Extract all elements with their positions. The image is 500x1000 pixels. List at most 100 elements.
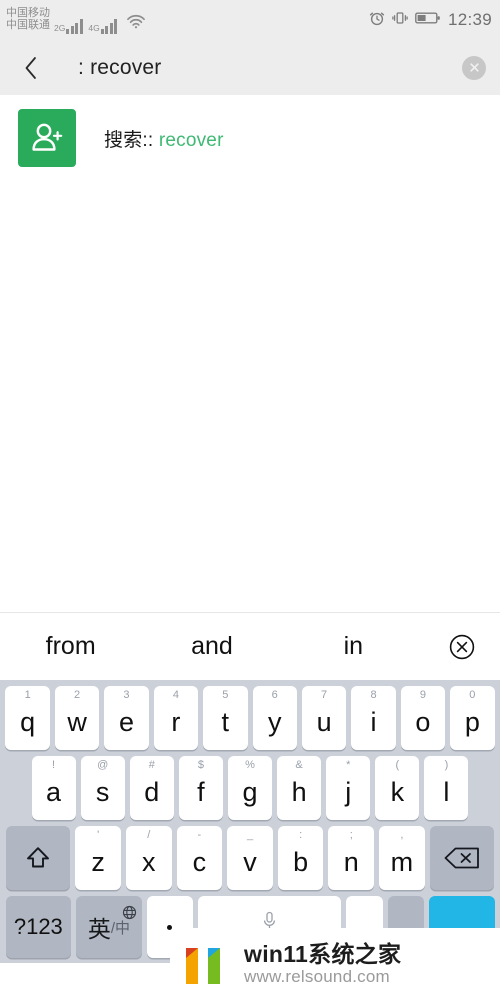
search-result-row[interactable]: 搜索:: recover bbox=[0, 95, 500, 167]
suggestion-item-0[interactable]: from bbox=[0, 632, 141, 661]
key-w[interactable]: 2w bbox=[54, 686, 100, 750]
back-button[interactable] bbox=[14, 48, 48, 88]
suggestion-item-1[interactable]: and bbox=[141, 632, 282, 661]
period-glyph bbox=[167, 924, 173, 930]
key-label: n bbox=[343, 846, 359, 877]
key-p[interactable]: 0p bbox=[450, 686, 495, 750]
key-label: f bbox=[197, 776, 205, 807]
key-hint: 5 bbox=[222, 689, 229, 701]
key-hint: ) bbox=[444, 759, 449, 771]
key-label: z bbox=[91, 846, 105, 877]
key-hint: 0 bbox=[469, 689, 476, 701]
key-hint: & bbox=[295, 759, 303, 771]
close-icon bbox=[469, 63, 479, 72]
key-label: p bbox=[464, 706, 480, 737]
key-label: l bbox=[443, 776, 450, 807]
key-label: k bbox=[390, 776, 405, 807]
suggestion-item-2[interactable]: in bbox=[283, 632, 424, 661]
network-type-secondary: 4G bbox=[88, 22, 100, 33]
key-hint: _ bbox=[246, 829, 254, 841]
key-b[interactable]: :b bbox=[277, 826, 324, 890]
key-o[interactable]: 9o bbox=[400, 686, 446, 750]
key-label: x bbox=[142, 846, 156, 877]
key-x[interactable]: / x bbox=[125, 826, 172, 890]
globe-icon bbox=[122, 900, 137, 926]
status-bar-right: 12:39 bbox=[369, 10, 492, 31]
network-type-primary: 2G bbox=[54, 22, 66, 33]
key-n[interactable]: ; n bbox=[328, 826, 375, 890]
watermark-url: www.relsound.com bbox=[244, 967, 390, 987]
key-hint: 1 bbox=[24, 689, 31, 701]
key-hint: % bbox=[245, 759, 255, 771]
signal-group-secondary: 4G bbox=[88, 18, 119, 34]
key-q[interactable]: 1q bbox=[5, 686, 50, 750]
key-i[interactable]: 8i bbox=[351, 686, 396, 750]
key-hint: ; bbox=[349, 829, 353, 841]
signal-group-primary: 2G bbox=[54, 18, 84, 34]
key-label: w bbox=[67, 706, 87, 737]
key-v[interactable]: _ v bbox=[227, 826, 273, 890]
key-z[interactable]: ' z bbox=[75, 826, 121, 890]
signal-bars-secondary-icon bbox=[100, 18, 119, 34]
key-label: o bbox=[415, 706, 431, 737]
search-input[interactable]: : recover bbox=[78, 56, 462, 80]
key-hint: 4 bbox=[172, 689, 179, 701]
backspace-key[interactable] bbox=[429, 826, 495, 890]
key-label: ?123 bbox=[13, 914, 63, 939]
language-switch-key[interactable]: 英/中 bbox=[76, 896, 142, 958]
key-s[interactable]: @ s bbox=[80, 756, 125, 820]
signal-bars-primary-icon bbox=[66, 18, 84, 34]
key-u[interactable]: 7u bbox=[301, 686, 347, 750]
shift-key[interactable] bbox=[5, 826, 71, 890]
key-k[interactable]: (k bbox=[375, 756, 420, 820]
key-label: y bbox=[267, 706, 282, 737]
clear-search-button[interactable] bbox=[462, 55, 486, 80]
language-primary-label: 英 bbox=[87, 916, 111, 942]
add-contact-icon bbox=[32, 123, 63, 151]
key-j[interactable]: * j bbox=[326, 756, 371, 820]
key-label: u bbox=[316, 706, 332, 737]
carrier-primary: 中国移动 bbox=[6, 6, 50, 19]
key-hint: ' bbox=[97, 829, 100, 841]
key-label: g bbox=[242, 776, 258, 807]
key-hint: 3 bbox=[123, 689, 130, 701]
key-y[interactable]: 6y bbox=[252, 686, 297, 750]
key-label: e bbox=[118, 706, 134, 737]
wifi-icon bbox=[126, 14, 146, 34]
key-h[interactable]: & h bbox=[277, 756, 322, 820]
key-label: s bbox=[95, 776, 110, 807]
key-hint: ( bbox=[395, 759, 400, 771]
key-hint: / bbox=[147, 829, 151, 841]
watermark-text: win11系统之家 www.relsound.com bbox=[244, 940, 402, 987]
key-e[interactable]: 3e bbox=[104, 686, 149, 750]
status-bar-clock: 12:39 bbox=[447, 10, 492, 29]
key-r[interactable]: 4r bbox=[153, 686, 199, 750]
key-g[interactable]: % g bbox=[227, 756, 273, 820]
search-result-label: 搜索:: recover bbox=[104, 125, 224, 152]
key-d[interactable]: # d bbox=[129, 756, 174, 820]
watermark-title: win11系统之家 bbox=[244, 940, 402, 967]
keyboard: 1q 2w 3e 4r 5t 6y 7u 8i 9o 0p ! a @ s # d $… bbox=[0, 680, 500, 963]
alarm-icon bbox=[369, 10, 385, 31]
watermark-logo-icon bbox=[184, 942, 234, 986]
key-c[interactable]: -c bbox=[176, 826, 223, 890]
key-label: i bbox=[370, 706, 377, 737]
key-hint: @ bbox=[97, 759, 109, 771]
key-m[interactable]: ,m bbox=[379, 826, 425, 890]
key-f[interactable]: $ f bbox=[178, 756, 223, 820]
key-label: q bbox=[20, 706, 36, 737]
key-label: t bbox=[221, 706, 230, 737]
key-l[interactable]: ) l bbox=[424, 756, 469, 820]
vibrate-icon bbox=[392, 10, 408, 31]
key-hint: , bbox=[400, 829, 404, 841]
key-hint: $ bbox=[197, 759, 204, 771]
shift-icon bbox=[26, 847, 49, 868]
key-t[interactable]: 5t bbox=[203, 686, 248, 750]
close-suggestions-button[interactable] bbox=[424, 632, 500, 662]
search-bar: : recover bbox=[0, 40, 500, 95]
symbols-key[interactable]: ?123 bbox=[5, 896, 72, 958]
search-result-keyword: recover bbox=[158, 129, 224, 151]
key-hint: # bbox=[148, 759, 155, 771]
key-label: a bbox=[46, 776, 62, 807]
key-a[interactable]: ! a bbox=[31, 756, 76, 820]
